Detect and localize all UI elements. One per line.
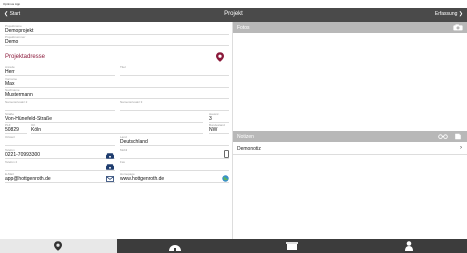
divider <box>31 133 203 134</box>
strasse-field[interactable]: Straße Von-Hünefeld-Straße <box>5 112 203 123</box>
project-name-field[interactable]: Projektname Demoprojekt <box>5 24 229 35</box>
divider <box>120 110 229 111</box>
divider <box>120 158 229 159</box>
fotos-header: Fotos <box>233 22 467 33</box>
nachname-field[interactable]: Nachname Mustermann <box>5 88 229 99</box>
ort-field[interactable]: Ort Köln <box>31 123 203 134</box>
telefon2-field[interactable]: Telefon 2 <box>5 160 115 171</box>
vorname-field[interactable]: Vorname Max <box>5 77 229 88</box>
telefon-field[interactable]: Telefon 0221-70993300 <box>5 148 115 159</box>
note-label: Demonotiz <box>237 146 261 152</box>
map-pin-icon[interactable] <box>216 52 224 62</box>
bundesland-field[interactable]: Bundesland NW <box>209 123 229 134</box>
chevron-right-icon: › <box>460 145 462 151</box>
navigation-bar: ❮ Start Projekt Erfassung ❯ <box>0 8 467 22</box>
tab-location[interactable] <box>0 239 117 253</box>
anrede-field[interactable]: Anrede Herr <box>5 65 115 76</box>
divider <box>5 145 115 146</box>
globe-icon[interactable] <box>222 175 229 182</box>
hausnr-field[interactable]: Hausnr. 3 <box>209 112 229 123</box>
divider <box>120 75 229 76</box>
email-field[interactable]: E-Mail app@hottgenroth.de <box>5 172 115 183</box>
mail-icon[interactable] <box>106 176 114 182</box>
glasses-icon[interactable] <box>438 133 448 140</box>
divider <box>5 158 115 159</box>
address-section-title: Projektadresse <box>5 54 46 60</box>
divider <box>5 170 115 171</box>
window-titlebar: Optimus App <box>0 0 467 8</box>
project-form: Projektname Demoprojekt Projektnummer De… <box>0 22 233 239</box>
divider <box>5 182 115 183</box>
mobile-phone-icon[interactable] <box>224 150 229 158</box>
window-title: Optimus App <box>3 2 21 6</box>
divider <box>209 133 229 134</box>
divider <box>120 145 229 146</box>
ortsteil-field[interactable]: Ortsteil <box>5 135 115 146</box>
mobil-field[interactable]: Mobil <box>120 148 229 159</box>
phone-icon[interactable] <box>106 164 114 170</box>
box-icon <box>285 242 298 250</box>
namenszusatz3-field[interactable]: Namenszusatz 3 <box>120 100 229 111</box>
divider <box>5 98 229 99</box>
land-field[interactable]: Land Deutschland <box>120 135 229 146</box>
namenszusatz2-field[interactable]: Namenszusatz 2 <box>5 100 115 111</box>
divider <box>120 170 229 171</box>
list-item[interactable]: Demonotiz › <box>233 143 467 155</box>
project-number-field[interactable]: Projektnummer Demo <box>5 35 229 46</box>
notizen-header: Notizen <box>233 131 467 142</box>
add-note-icon[interactable] <box>453 133 463 140</box>
divider <box>120 182 229 183</box>
map-pin-icon <box>54 241 63 251</box>
igloo-icon <box>169 245 182 251</box>
titel-field[interactable]: Titel <box>120 65 229 76</box>
phone-icon[interactable] <box>106 153 114 159</box>
homepage-field[interactable]: Homepage www.hottgenroth.de <box>120 172 229 183</box>
person-icon <box>404 241 413 251</box>
divider <box>5 45 229 46</box>
fotos-title: Fotos <box>237 25 250 31</box>
tab-building[interactable] <box>117 239 234 253</box>
bottom-tab-bar <box>0 239 467 253</box>
fax-field[interactable]: Fax <box>120 160 229 171</box>
divider <box>5 75 115 76</box>
right-panel: Fotos Notizen Demonotiz › <box>233 22 467 239</box>
divider <box>5 133 27 134</box>
plz-field[interactable]: PLZ 50829 <box>5 123 27 134</box>
divider <box>5 110 115 111</box>
tab-package[interactable] <box>234 239 351 253</box>
erfassung-button[interactable]: Erfassung ❯ <box>435 11 463 17</box>
notizen-title: Notizen <box>237 134 254 140</box>
erfassung-label: Erfassung <box>434 11 458 17</box>
page-title: Projekt <box>224 11 243 17</box>
tab-person[interactable] <box>350 239 467 253</box>
camera-icon[interactable] <box>453 24 463 31</box>
